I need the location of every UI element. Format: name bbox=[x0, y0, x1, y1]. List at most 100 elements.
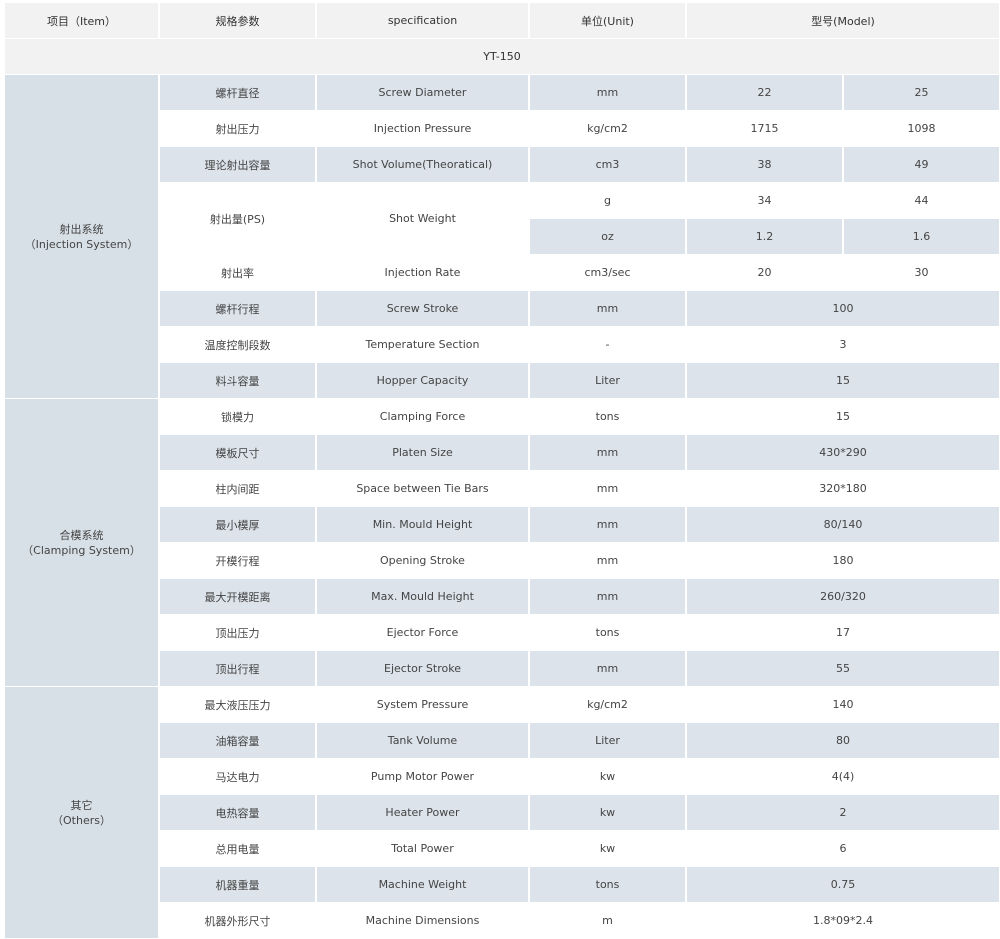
header-item: 项目（Item） bbox=[5, 3, 158, 39]
spec-cn: 电热容量 bbox=[160, 795, 315, 831]
group-name-cn: 射出系统 bbox=[59, 222, 104, 236]
value-cell: 49 bbox=[844, 147, 999, 183]
unit-cell: kw bbox=[530, 759, 685, 795]
spec-cn: 机器外形尺寸 bbox=[160, 903, 315, 939]
value-cell: 3 bbox=[687, 327, 999, 363]
spec-en: Machine Dimensions bbox=[317, 903, 528, 939]
unit-cell: tons bbox=[530, 867, 685, 903]
spec-en: Shot Volume(Theoratical) bbox=[317, 147, 528, 183]
header-unit: 单位(Unit) bbox=[530, 3, 685, 39]
spec-en: Total Power bbox=[317, 831, 528, 867]
spec-cn: 最小模厚 bbox=[160, 507, 315, 543]
spec-cn: 理论射出容量 bbox=[160, 147, 315, 183]
spec-cn: 顶出压力 bbox=[160, 615, 315, 651]
spec-cn: 射出压力 bbox=[160, 111, 315, 147]
spec-cn: 射出量(PS) bbox=[160, 183, 315, 255]
value-cell: 1.2 bbox=[687, 219, 842, 255]
spec-en: Ejector Force bbox=[317, 615, 528, 651]
spec-en: Opening Stroke bbox=[317, 543, 528, 579]
value-cell: 25 bbox=[844, 75, 999, 111]
value-cell: 180 bbox=[687, 543, 999, 579]
header-model: 型号(Model) bbox=[687, 3, 999, 39]
spec-cn: 柱内间距 bbox=[160, 471, 315, 507]
unit-cell: mm bbox=[530, 507, 685, 543]
value-cell: 1715 bbox=[687, 111, 842, 147]
value-cell: 100 bbox=[687, 291, 999, 327]
value-cell: 15 bbox=[687, 399, 999, 435]
spec-table: 项目（Item） 规格参数 specification 单位(Unit) 型号(… bbox=[3, 3, 1000, 939]
value-cell: 6 bbox=[687, 831, 999, 867]
value-cell: 30 bbox=[844, 255, 999, 291]
spec-en: Space between Tie Bars bbox=[317, 471, 528, 507]
unit-cell: mm bbox=[530, 579, 685, 615]
unit-cell: g bbox=[530, 183, 685, 219]
spec-en: Heater Power bbox=[317, 795, 528, 831]
model-name: YT-150 bbox=[5, 39, 999, 75]
unit-cell: kw bbox=[530, 831, 685, 867]
value-cell: 34 bbox=[687, 183, 842, 219]
unit-cell: mm bbox=[530, 471, 685, 507]
spec-en: Min. Mould Height bbox=[317, 507, 528, 543]
header-spec-cn: 规格参数 bbox=[160, 3, 315, 39]
header-spec-en: specification bbox=[317, 3, 528, 39]
value-cell: 80 bbox=[687, 723, 999, 759]
group-name-en: （Others） bbox=[52, 813, 111, 827]
table-row: 其它 （Others） 最大液压压力 System Pressure kg/cm2 140 bbox=[5, 687, 999, 939]
spec-cn: 油箱容量 bbox=[160, 723, 315, 759]
spec-cn: 锁模力 bbox=[160, 399, 315, 435]
value-cell: 0.75 bbox=[687, 867, 999, 903]
unit-cell: mm bbox=[530, 291, 685, 327]
spec-cn: 机器重量 bbox=[160, 867, 315, 903]
spec-en: Screw Stroke bbox=[317, 291, 528, 327]
group-name-cn: 其它 bbox=[70, 798, 93, 812]
value-cell: 1.8*09*2.4 bbox=[687, 903, 999, 939]
unit-cell: Liter bbox=[530, 363, 685, 399]
unit-cell: tons bbox=[530, 615, 685, 651]
spec-cn: 温度控制段数 bbox=[160, 327, 315, 363]
spec-cn: 顶出行程 bbox=[160, 651, 315, 687]
spec-en: Temperature Section bbox=[317, 327, 528, 363]
unit-cell: mm bbox=[530, 75, 685, 111]
unit-cell: mm bbox=[530, 435, 685, 471]
unit-cell: oz bbox=[530, 219, 685, 255]
spec-cn: 模板尺寸 bbox=[160, 435, 315, 471]
spec-en: Screw Diameter bbox=[317, 75, 528, 111]
unit-cell: mm bbox=[530, 543, 685, 579]
table-row: 射出系统 （Injection System） 螺杆直径 Screw Diameter… bbox=[5, 75, 999, 399]
spec-en: Pump Motor Power bbox=[317, 759, 528, 795]
model-name-row: YT-150 bbox=[5, 39, 999, 75]
value-cell: 38 bbox=[687, 147, 842, 183]
value-cell: 320*180 bbox=[687, 471, 999, 507]
value-cell: 80/140 bbox=[687, 507, 999, 543]
unit-cell: kw bbox=[530, 795, 685, 831]
spec-en: System Pressure bbox=[317, 687, 528, 723]
table-row: 合模系统 （Clamping System） 锁模力 Clamping Force to… bbox=[5, 399, 999, 687]
spec-cn: 最大开模距离 bbox=[160, 579, 315, 615]
value-cell: 4(4) bbox=[687, 759, 999, 795]
spec-en: Clamping Force bbox=[317, 399, 528, 435]
unit-cell: tons bbox=[530, 399, 685, 435]
spec-cn: 总用电量 bbox=[160, 831, 315, 867]
unit-cell: kg/cm2 bbox=[530, 687, 685, 723]
unit-cell: kg/cm2 bbox=[530, 111, 685, 147]
value-cell: 1.6 bbox=[844, 219, 999, 255]
value-cell: 260/320 bbox=[687, 579, 999, 615]
spec-body: YT-150 射出系统 （Injection System） 螺杆直径 Screw D… bbox=[5, 39, 999, 939]
spec-en: Ejector Stroke bbox=[317, 651, 528, 687]
group-label: 射出系统 （Injection System） bbox=[5, 75, 158, 399]
value-cell: 15 bbox=[687, 363, 999, 399]
header-row: 项目（Item） 规格参数 specification 单位(Unit) 型号(… bbox=[5, 3, 999, 39]
spec-en: Platen Size bbox=[317, 435, 528, 471]
group-name-cn: 合模系统 bbox=[59, 528, 104, 542]
group-label: 合模系统 （Clamping System） bbox=[5, 399, 158, 687]
unit-cell: cm3/sec bbox=[530, 255, 685, 291]
spec-en: Shot Weight bbox=[317, 183, 528, 255]
value-cell: 44 bbox=[844, 183, 999, 219]
spec-cn: 螺杆直径 bbox=[160, 75, 315, 111]
unit-cell: mm bbox=[530, 651, 685, 687]
spec-cn: 螺杆行程 bbox=[160, 291, 315, 327]
group-name-en: （Clamping System） bbox=[22, 543, 141, 557]
unit-cell: Liter bbox=[530, 723, 685, 759]
unit-cell: cm3 bbox=[530, 147, 685, 183]
value-cell: 2 bbox=[687, 795, 999, 831]
